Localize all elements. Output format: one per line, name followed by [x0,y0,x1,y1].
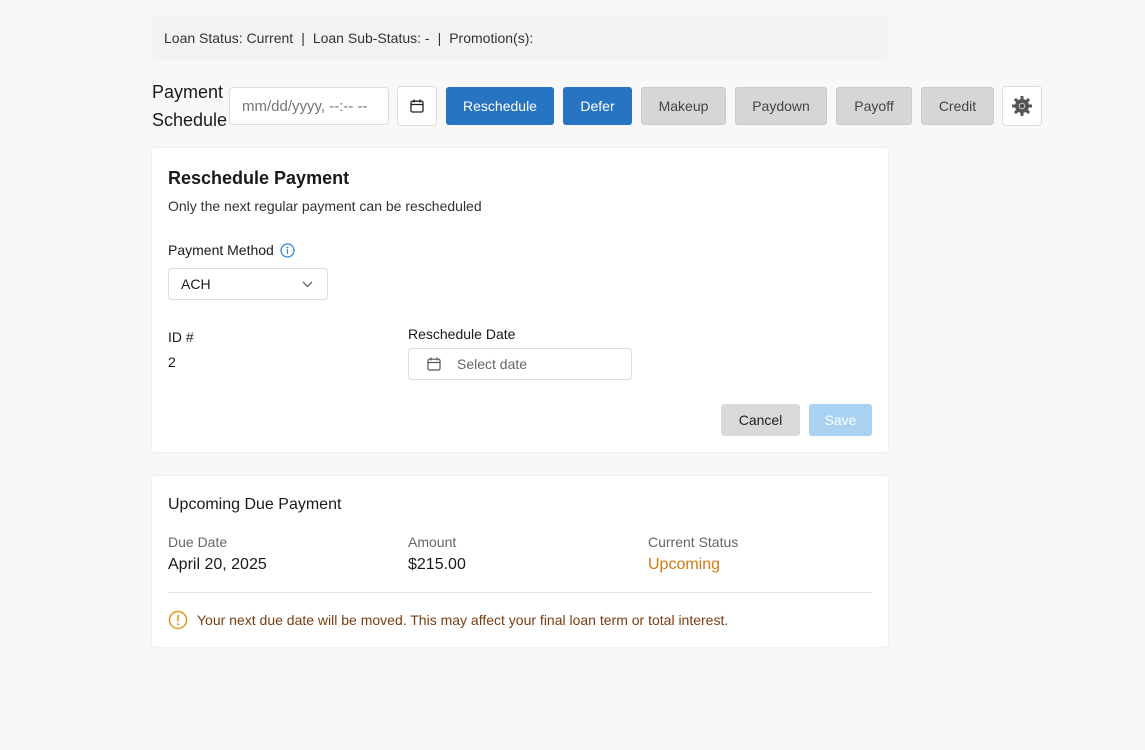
reschedule-date-placeholder: Select date [457,356,528,372]
status-label: Current Status [648,534,739,550]
payment-method-label: Payment Method [168,242,274,258]
status-column: Current Status Upcoming [648,534,738,574]
warning-icon [168,610,188,630]
cancel-button[interactable]: Cancel [721,404,800,436]
loan-status-bar: Loan Status: Current | Loan Sub-Status: … [152,16,888,60]
calendar-icon [410,99,424,113]
reschedule-button[interactable]: Reschedule [446,87,554,125]
loan-sub-status: Loan Sub-Status: - [312,30,430,46]
calendar-icon [427,357,441,371]
defer-button[interactable]: Defer [563,87,632,125]
save-button[interactable]: Save [809,404,872,436]
payment-method-label-row: Payment Method [168,242,295,258]
reschedule-date-input[interactable]: Select date [408,348,632,380]
status-badge: Upcoming [648,556,721,573]
reschedule-date-label: Reschedule Date [408,326,516,342]
amount-label: Amount [408,534,457,550]
gear-icon [1012,96,1032,116]
amount-column: Amount $215.00 [408,534,466,574]
divider [168,592,872,593]
separator: | [437,30,442,46]
payment-schedule-toolbar: Payment Schedule Reschedule Defer Makeup… [152,78,1042,134]
settings-button[interactable] [1002,86,1042,126]
card-title: Upcoming Due Payment [168,496,342,513]
card-subtitle: Only the next regular payment can be res… [168,198,482,214]
calendar-button[interactable] [397,86,437,126]
loan-status: Loan Status: Current [164,30,294,46]
separator: | [301,30,305,46]
loan-status-bar-wrap: Loan Status: Current | Loan Sub-Status: … [152,16,888,60]
payoff-button[interactable]: Payoff [836,87,912,125]
upcoming-due-payment-card: Upcoming Due Payment Due Date April 20, … [152,476,888,647]
due-date-label: Due Date [168,534,228,550]
warning-text: Your next due date will be moved. This m… [197,612,729,628]
promotions: Promotion(s): [449,30,534,46]
amount-value: $215.00 [408,556,466,573]
warning-message: Your next due date will be moved. This m… [168,610,728,630]
page-title: Payment Schedule [152,82,228,130]
paydown-button[interactable]: Paydown [735,87,827,125]
due-date-column: Due Date April 20, 2025 [168,534,267,574]
chevron-down-icon [302,281,313,287]
payment-method-select[interactable]: ACH [168,268,328,300]
datetime-input[interactable] [229,87,389,125]
info-icon[interactable] [280,242,295,258]
card-title: Reschedule Payment [168,168,350,188]
makeup-button[interactable]: Makeup [641,87,726,125]
payment-method-value: ACH [181,276,211,292]
id-value: 2 [168,354,176,370]
id-label: ID # [168,329,194,345]
reschedule-payment-card: Reschedule Payment Only the next regular… [152,148,888,452]
due-date-value: April 20, 2025 [168,556,267,573]
credit-button[interactable]: Credit [921,87,994,125]
